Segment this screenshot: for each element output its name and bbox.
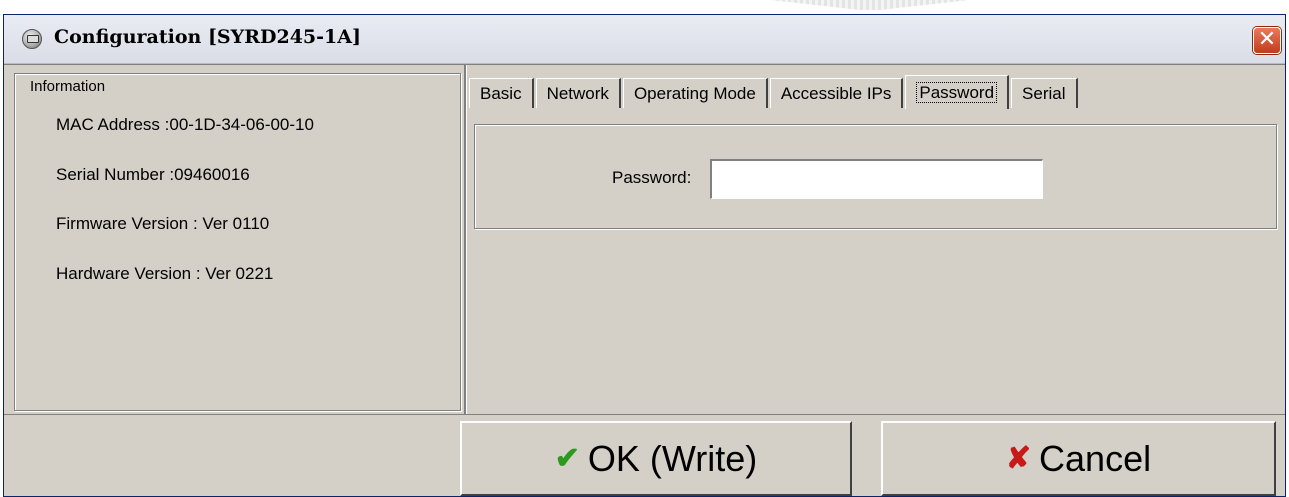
firmware-version-text: Firmware Version : Ver 0110: [56, 214, 270, 233]
x-mark-icon: ✘: [1005, 442, 1032, 475]
configuration-dialog: Configuration [SYRD245-1A] ✕ Information…: [3, 14, 1286, 497]
decorative-shape: [770, 0, 970, 10]
checkmark-icon: ✔: [554, 442, 580, 475]
serial-number-text: Serial Number :09460016: [56, 165, 250, 184]
mac-address-text: MAC Address :00-1D-34-06-00-10: [56, 115, 314, 134]
password-panel: Password:: [474, 124, 1277, 229]
tab-password-label: Password: [916, 82, 998, 103]
device-icon: [22, 29, 42, 49]
close-icon[interactable]: ✕: [1253, 27, 1281, 54]
cancel-label: Cancel: [1039, 437, 1152, 479]
tab-password[interactable]: Password: [905, 75, 1010, 109]
cancel-button[interactable]: ✘ Cancel: [881, 421, 1276, 496]
ok-write-button[interactable]: ✔ OK (Write): [460, 421, 852, 496]
tab-network[interactable]: Network: [535, 78, 621, 108]
dialog-content: Information MAC Address :00-1D-34-06-00-…: [4, 64, 1285, 415]
password-label: Password:: [612, 168, 692, 187]
information-legend: Information: [29, 78, 107, 95]
tab-operating-mode[interactable]: Operating Mode: [622, 78, 768, 108]
hardware-version-text: Hardware Version : Ver 0221: [56, 264, 274, 283]
tab-strip: Basic Network Operating Mode Accessible …: [469, 75, 1080, 112]
ok-write-label: OK (Write): [587, 437, 758, 479]
information-group: Information MAC Address :00-1D-34-06-00-…: [14, 73, 461, 411]
tab-accessible-ips[interactable]: Accessible IPs: [769, 78, 904, 108]
title-bar[interactable]: Configuration [SYRD245-1A] ✕: [4, 15, 1285, 64]
tab-basic[interactable]: Basic: [469, 78, 534, 108]
password-input[interactable]: [710, 159, 1043, 199]
vertical-divider: [464, 65, 467, 414]
tab-serial[interactable]: Serial: [1011, 78, 1078, 108]
window-title: Configuration [SYRD245-1A]: [54, 26, 361, 48]
